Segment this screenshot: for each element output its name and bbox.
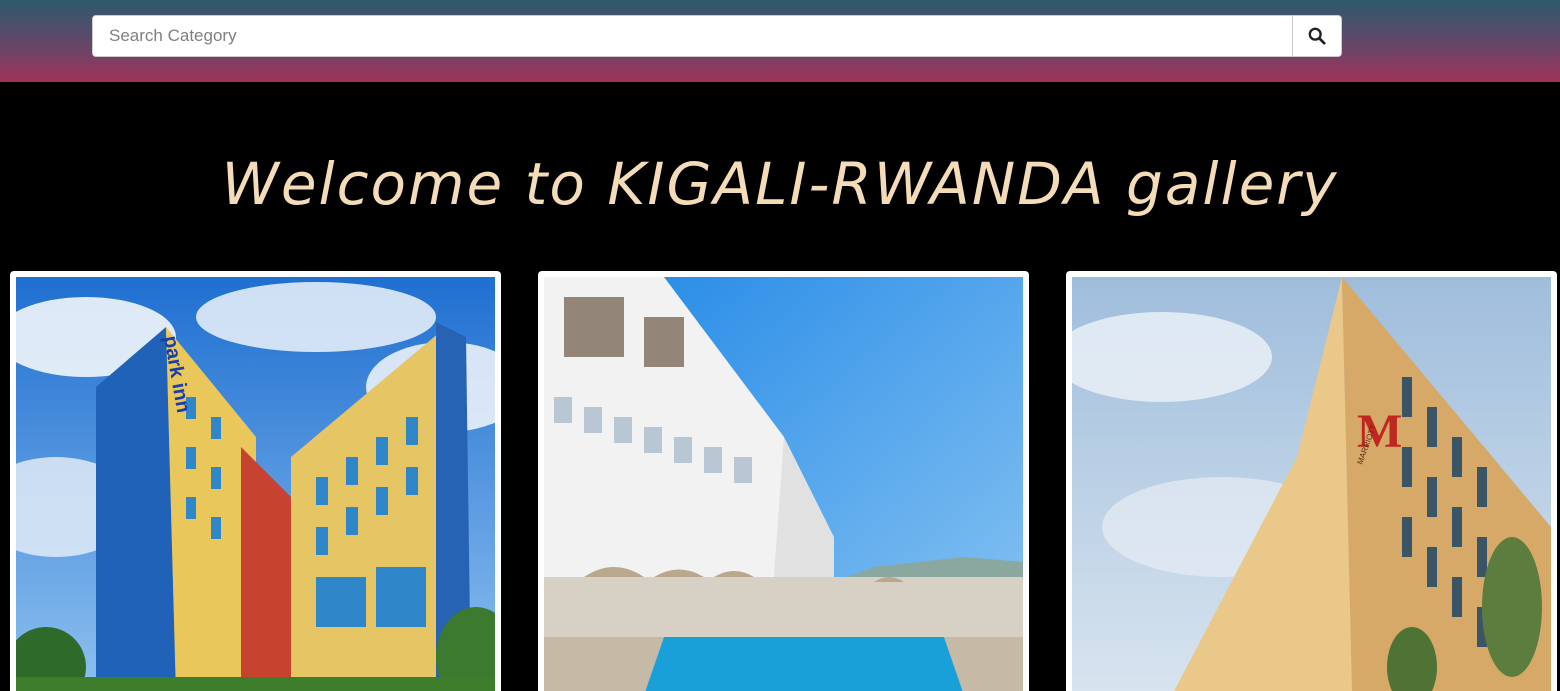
hotel-pool-terrace-photo <box>544 277 1023 691</box>
page-title: Welcome to KIGALI-RWANDA gallery <box>221 150 1339 218</box>
search-input[interactable] <box>93 16 1292 56</box>
park-inn-hotel-photo: park inn <box>16 277 495 691</box>
marriott-hotel-photo: M MARRIOTT <box>1072 277 1551 691</box>
gallery-card[interactable]: park inn <box>10 271 501 691</box>
search-form <box>92 15 1342 57</box>
gallery-card[interactable]: M MARRIOTT <box>1066 271 1557 691</box>
search-button[interactable] <box>1292 16 1341 56</box>
search-icon <box>1308 27 1326 45</box>
top-navbar <box>0 0 1560 82</box>
gallery-card[interactable] <box>538 271 1029 691</box>
